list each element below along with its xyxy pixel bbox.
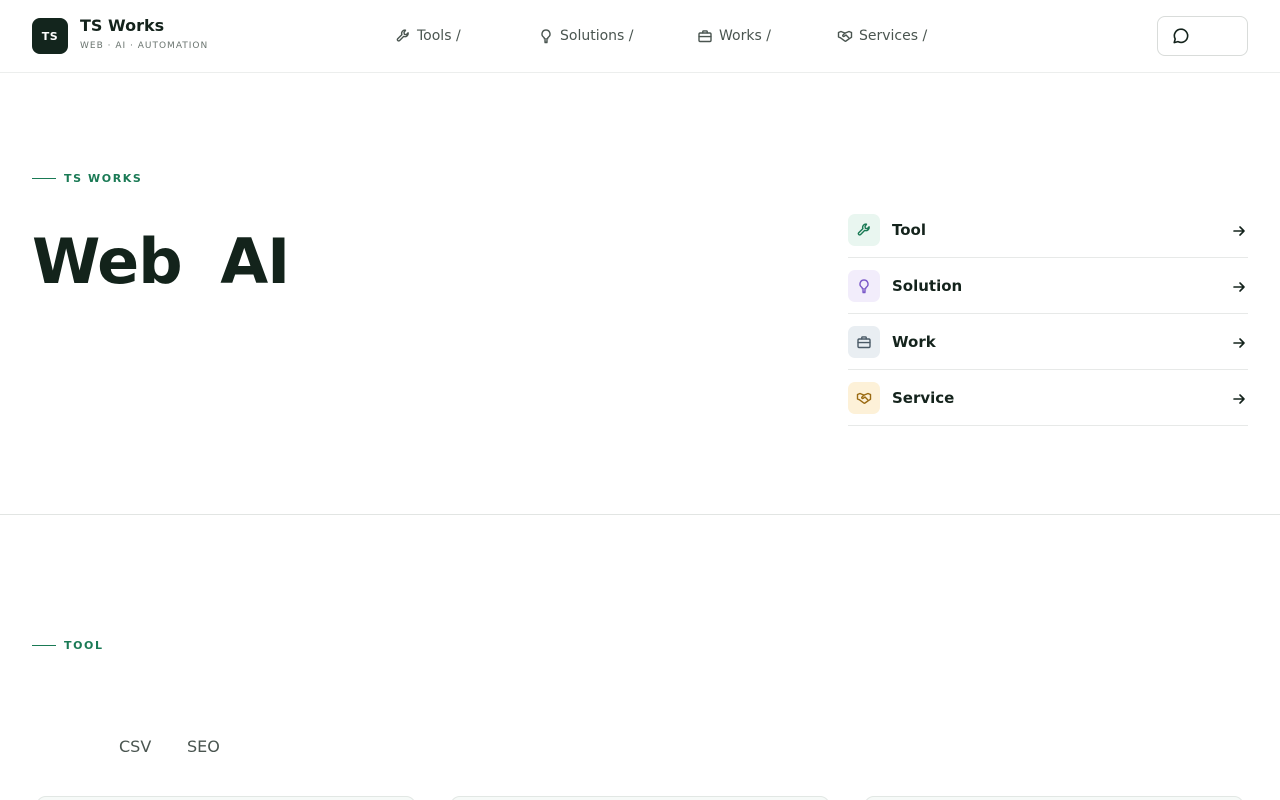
section-divider — [0, 514, 1280, 515]
tool-section-eyebrow: TOOL — [32, 639, 104, 652]
brand-name[interactable]: TS Works — [80, 16, 164, 35]
category-item-work[interactable]: Work — [848, 314, 1248, 370]
brand-tagline: WEB · AI · AUTOMATION — [80, 41, 209, 51]
handshake-icon — [856, 392, 872, 404]
eyebrow-line — [32, 645, 56, 646]
tool-card[interactable] — [864, 796, 1244, 800]
arrow-right-icon — [1232, 391, 1246, 405]
category-item-tool[interactable]: Tool — [848, 202, 1248, 258]
nav-item-label: Solutions / — [560, 28, 634, 44]
nav-item-services[interactable]: Services / — [837, 25, 927, 47]
filter-tab-seo[interactable]: SEO — [187, 737, 220, 756]
briefcase-icon — [857, 335, 871, 348]
chat-bubble-icon — [1173, 28, 1189, 44]
hero-eyebrow-text: TS WORKS — [64, 172, 143, 185]
tool-section-eyebrow-text: TOOL — [64, 639, 104, 652]
category-icon-box — [848, 269, 880, 302]
wrench-icon — [857, 222, 870, 236]
hero-title: Web AI — [32, 225, 290, 298]
chat-button[interactable] — [1157, 16, 1248, 56]
category-label: Work — [892, 332, 936, 351]
category-item-service[interactable]: Service — [848, 370, 1248, 426]
handshake-icon — [837, 30, 853, 42]
eyebrow-line — [32, 178, 56, 179]
lightbulb-icon — [859, 278, 869, 293]
category-label: Solution — [892, 276, 963, 295]
tool-card[interactable] — [36, 796, 416, 800]
nav-item-tools[interactable]: Tools / — [395, 25, 461, 47]
arrow-right-icon — [1232, 279, 1246, 293]
filter-tab-csv[interactable]: CSV — [119, 737, 151, 756]
category-label: Service — [892, 388, 955, 407]
nav-item-solutions[interactable]: Solutions / — [538, 25, 634, 47]
nav-item-label: Services / — [859, 28, 928, 44]
briefcase-icon — [698, 30, 712, 43]
lightbulb-icon — [541, 29, 551, 44]
category-label: Tool — [892, 220, 926, 239]
arrow-right-icon — [1232, 335, 1246, 349]
category-icon-box — [848, 381, 880, 414]
nav-item-label: Tools / — [417, 28, 461, 44]
category-icon-box — [848, 213, 880, 246]
hero-eyebrow: TS WORKS — [32, 172, 142, 185]
tool-card[interactable] — [450, 796, 830, 800]
hero-category-list: Tool Solution Work Service — [848, 202, 1248, 426]
nav-item-label: Works / — [719, 28, 771, 44]
category-icon-box — [848, 325, 880, 358]
arrow-right-icon — [1232, 223, 1246, 237]
brand-logo[interactable]: TS — [32, 18, 68, 54]
category-item-solution[interactable]: Solution — [848, 258, 1248, 314]
wrench-icon — [396, 29, 409, 42]
nav-item-works[interactable]: Works / — [697, 25, 771, 47]
site-header: TS TS Works WEB · AI · AUTOMATION Tools … — [0, 0, 1280, 73]
